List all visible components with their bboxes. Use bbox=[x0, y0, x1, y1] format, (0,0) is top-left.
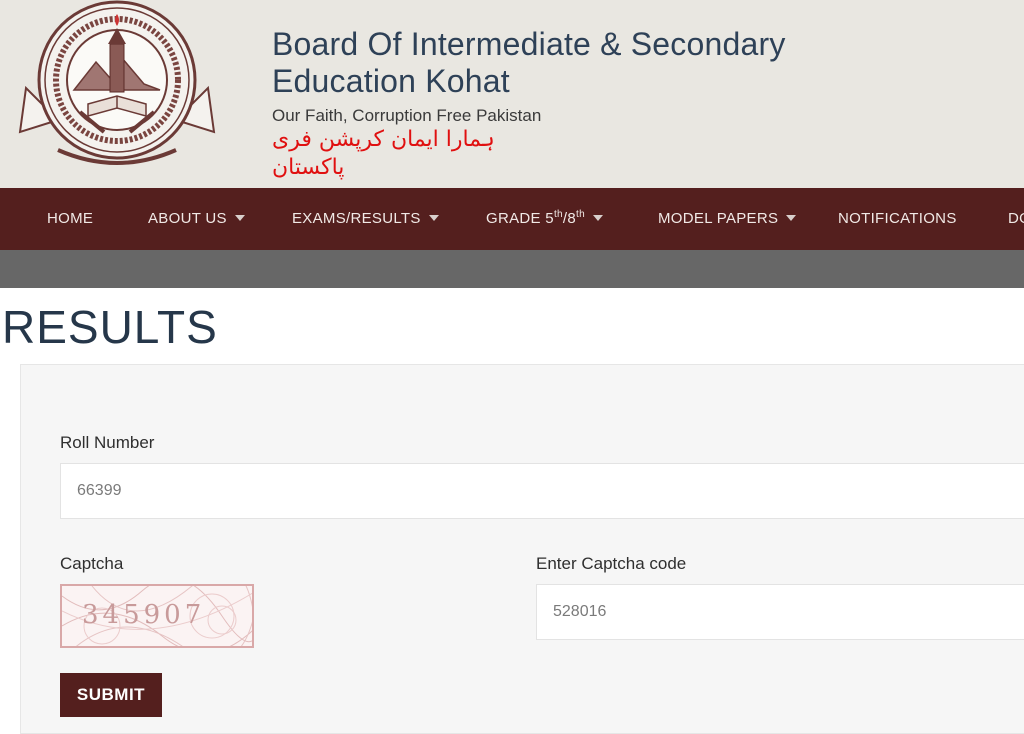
chevron-down-icon bbox=[786, 215, 797, 222]
nav-item-label: DO bbox=[1008, 210, 1024, 227]
captcha-label: Captcha bbox=[60, 554, 124, 573]
nav-item-label: MODEL PAPERS bbox=[658, 210, 779, 227]
nav-item-home[interactable]: HOME bbox=[47, 188, 93, 250]
chevron-down-icon bbox=[234, 215, 245, 222]
nav-item-label: ABOUT US bbox=[148, 210, 227, 227]
nav-item-downloads[interactable]: DO bbox=[1008, 188, 1024, 250]
header-titles: Board Of Intermediate & Secondary Educat… bbox=[272, 26, 992, 182]
board-title-line1: Board Of Intermediate & Secondary bbox=[272, 26, 786, 62]
captcha-entry-input[interactable] bbox=[536, 584, 1024, 640]
nav-item-label: NOTIFICATIONS bbox=[838, 210, 957, 227]
tagline-urdu: ہمارا ایمان کرپشن فری پاکستان bbox=[272, 127, 495, 180]
result-form-panel bbox=[20, 364, 1024, 734]
tagline: Our Faith, Corruption Free Pakistan bbox=[272, 106, 542, 125]
roll-number-label: Roll Number bbox=[60, 433, 155, 452]
page-title: RESULTS bbox=[2, 301, 218, 353]
nav-item-model-papers[interactable]: MODEL PAPERS bbox=[658, 188, 797, 250]
nav-item-label-mid: /8 bbox=[562, 210, 577, 227]
nav-item-label: HOME bbox=[47, 210, 94, 227]
board-title-line2: Education Kohat bbox=[272, 63, 510, 99]
captcha-entry-label: Enter Captcha code bbox=[536, 554, 687, 573]
chevron-down-icon bbox=[428, 215, 439, 222]
sub-bar bbox=[0, 250, 1024, 288]
roll-number-input[interactable] bbox=[60, 463, 1024, 519]
nav-item-notifications[interactable]: NOTIFICATIONS bbox=[838, 188, 957, 250]
board-seal-logo-icon[interactable] bbox=[18, 0, 216, 172]
nav-item-label-prefix: GRADE 5 bbox=[486, 210, 554, 227]
submit-button[interactable]: SUBMIT bbox=[60, 673, 162, 717]
captcha-text: 345907 bbox=[82, 600, 206, 630]
nav-item-grade[interactable]: GRADE 5th/8th bbox=[486, 188, 603, 250]
captcha-image: 345907 bbox=[60, 584, 254, 648]
nav-item-label: EXAMS/RESULTS bbox=[292, 210, 421, 227]
main-nav: HOME ABOUT US EXAMS/RESULTS GRADE 5th/8t… bbox=[0, 188, 1024, 250]
chevron-down-icon bbox=[592, 215, 603, 222]
nav-item-sup: th bbox=[576, 209, 585, 220]
nav-item-exams-results[interactable]: EXAMS/RESULTS bbox=[292, 188, 439, 250]
nav-item-about-us[interactable]: ABOUT US bbox=[148, 188, 245, 250]
site-header: Board Of Intermediate & Secondary Educat… bbox=[0, 0, 1024, 188]
nav-item-sup: th bbox=[553, 209, 563, 220]
